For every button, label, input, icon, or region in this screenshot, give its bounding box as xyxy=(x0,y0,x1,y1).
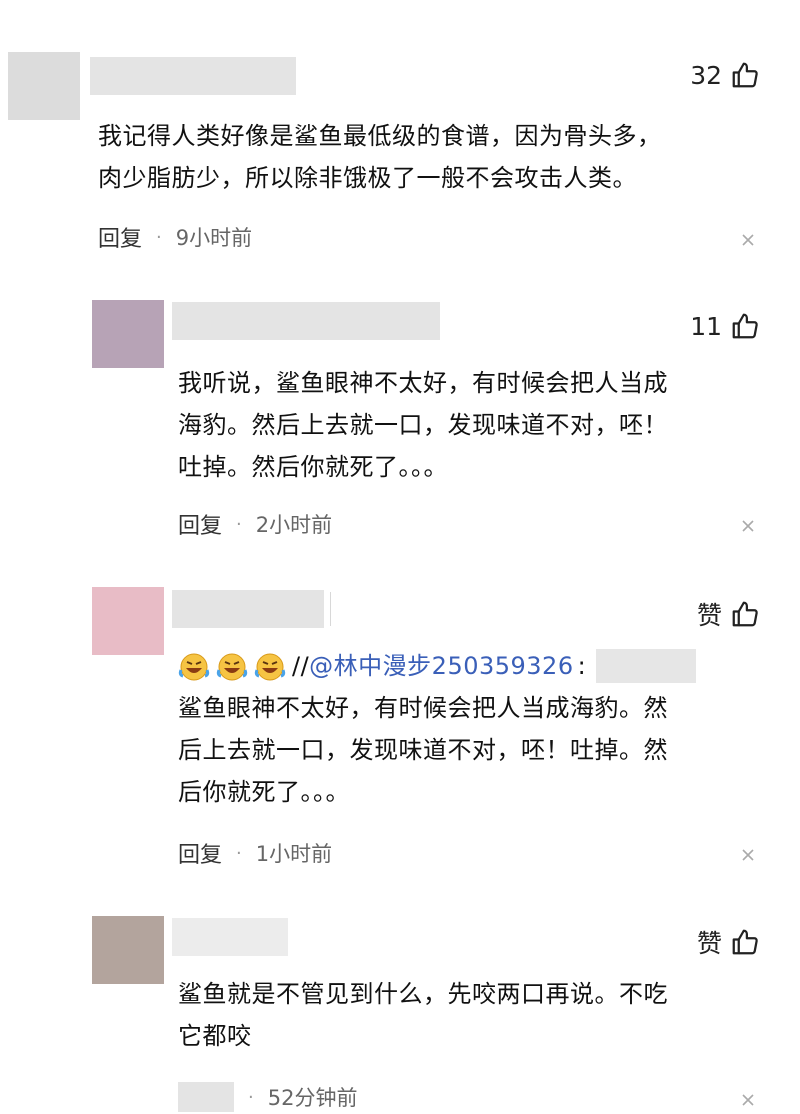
laughing-crying-emoji-icon xyxy=(216,653,248,681)
like-label: 赞 xyxy=(696,601,722,630)
thumbs-up-icon xyxy=(732,313,758,339)
separator-dot: · xyxy=(248,1086,254,1108)
thumbs-up-icon xyxy=(732,62,758,88)
like-button[interactable]: 赞 xyxy=(697,924,760,960)
close-button[interactable] xyxy=(740,232,756,248)
close-icon xyxy=(742,1094,754,1106)
thumbs-up-icon xyxy=(732,601,758,627)
laughing-crying-emoji-icon xyxy=(254,653,286,681)
username-redacted[interactable] xyxy=(172,590,324,628)
laughing-crying-emoji-icon xyxy=(178,653,210,681)
timestamp: 52分钟前 xyxy=(267,1086,358,1110)
comment-text: 我听说，鲨鱼眼神不太好，有时候会把人当成 海豹。然后上去就一口，发现味道不对，呸… xyxy=(178,369,668,481)
mention-link[interactable]: @林中漫步250359326 xyxy=(309,645,573,687)
like-button[interactable]: 11 xyxy=(690,311,760,341)
username-redacted[interactable] xyxy=(172,302,440,340)
avatar[interactable] xyxy=(92,916,164,984)
separator-dot: · xyxy=(236,842,242,864)
redacted-reply xyxy=(178,1082,234,1112)
comment-text: 鲨鱼就是不管见到什么，先咬两口再说。不吃 它都咬 xyxy=(178,980,668,1050)
reply-button[interactable]: 回复 xyxy=(178,837,222,869)
comment-meta: 回复 · 9小时前 xyxy=(98,221,252,253)
mention-prefix: // xyxy=(292,652,310,680)
close-button[interactable] xyxy=(740,518,756,534)
username-redacted[interactable] xyxy=(90,57,296,95)
close-icon xyxy=(742,234,754,246)
timestamp: 2小时前 xyxy=(255,513,333,537)
avatar[interactable] xyxy=(8,52,80,120)
comment-text: 我记得人类好像是鲨鱼最低级的食谱，因为骨头多， 肉少脂肪少，所以除非饿极了一般不… xyxy=(98,122,662,192)
like-count: 11 xyxy=(690,311,722,341)
username-redacted[interactable] xyxy=(172,918,288,956)
mention-colon: : xyxy=(577,652,587,680)
avatar[interactable] xyxy=(92,300,164,368)
comment-meta: 回复 · 2小时前 xyxy=(178,508,332,540)
like-count: 32 xyxy=(690,60,722,90)
timestamp: 9小时前 xyxy=(175,226,253,250)
close-button[interactable] xyxy=(740,1092,756,1108)
close-button[interactable] xyxy=(740,847,756,863)
reply-button[interactable]: 回复 xyxy=(98,221,142,253)
comment-meta: 回复 · 1小时前 xyxy=(178,837,332,869)
separator-dot: · xyxy=(236,513,242,535)
like-button[interactable]: 赞 xyxy=(697,596,760,632)
like-button[interactable]: 32 xyxy=(690,60,760,90)
timestamp: 1小时前 xyxy=(255,842,333,866)
close-icon xyxy=(742,520,754,532)
avatar[interactable] xyxy=(92,587,164,655)
close-icon xyxy=(742,849,754,861)
reply-button[interactable]: 回复 xyxy=(178,508,222,540)
like-label: 赞 xyxy=(696,929,722,958)
comment-meta: · 52分钟前 xyxy=(178,1082,357,1112)
divider xyxy=(330,592,331,626)
thumbs-up-icon xyxy=(732,929,758,955)
comment-text: // @林中漫步250359326 : 鲨鱼眼神不太好，有时候会把人当成海豹。然… xyxy=(178,645,697,813)
separator-dot: · xyxy=(156,226,162,248)
redacted-text xyxy=(596,649,697,683)
mention-line: // @林中漫步250359326 : xyxy=(178,645,697,687)
